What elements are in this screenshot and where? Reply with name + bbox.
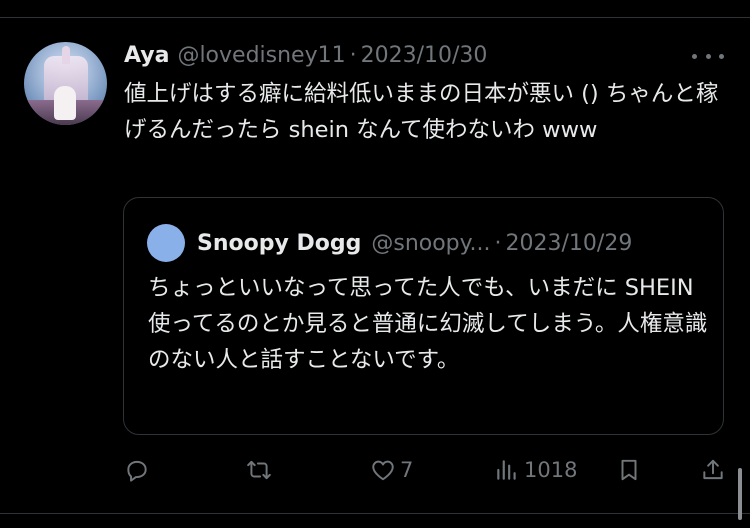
quoted-display-name: Snoopy Dogg: [197, 230, 362, 256]
views-count: 1018: [524, 458, 578, 482]
views-icon: [497, 460, 516, 480]
scrollbar-thumb[interactable]: [738, 468, 742, 520]
bookmark-button[interactable]: [616, 452, 642, 488]
quoted-avatar[interactable]: [147, 224, 185, 262]
avatar-spire: [62, 46, 70, 64]
share-icon: [703, 459, 723, 480]
heart-icon: [372, 460, 394, 481]
post-header: Aya @lovedisney11 · 2023/10/30: [124, 38, 487, 72]
avatar[interactable]: [24, 42, 107, 125]
more-options-icon[interactable]: [692, 44, 724, 68]
repost-icon: [247, 460, 271, 480]
quoted-date: 2023/10/29: [505, 230, 633, 256]
reply-button[interactable]: [124, 452, 150, 488]
bookmark-icon: [621, 459, 637, 481]
more-dot: [692, 53, 697, 59]
quoted-post[interactable]: Snoopy Dogg @snoopy... · 2023/10/29 ちょっと…: [123, 197, 724, 435]
top-divider: [0, 17, 750, 18]
bottom-divider: [0, 513, 750, 514]
post-date[interactable]: 2023/10/30: [361, 43, 488, 68]
quoted-separator: ·: [494, 230, 502, 256]
user-handle[interactable]: @lovedisney11: [177, 43, 345, 68]
quoted-text: ちょっといいなって思ってた人でも、いまだに SHEIN 使ってるのとか見ると普通…: [148, 275, 708, 373]
more-dot: [719, 53, 724, 59]
quoted-handle: @snoopy...: [371, 230, 491, 256]
display-name[interactable]: Aya: [124, 43, 169, 68]
reply-icon: [127, 460, 147, 482]
avatar-person: [54, 86, 76, 120]
like-button[interactable]: 7: [370, 452, 413, 488]
quoted-header: Snoopy Dogg @snoopy... · 2023/10/29: [197, 226, 707, 260]
more-dot: [705, 53, 711, 59]
share-button[interactable]: [700, 452, 726, 488]
like-count: 7: [400, 458, 414, 482]
post-text: 値上げはする癖に給料低いままの日本が悪い () ちゃんと稼げるんだったら she…: [124, 81, 719, 143]
views-button[interactable]: 1018: [494, 452, 577, 488]
action-bar: 7 1018: [0, 452, 750, 488]
header-separator: ·: [349, 42, 357, 68]
repost-button[interactable]: [246, 452, 272, 488]
